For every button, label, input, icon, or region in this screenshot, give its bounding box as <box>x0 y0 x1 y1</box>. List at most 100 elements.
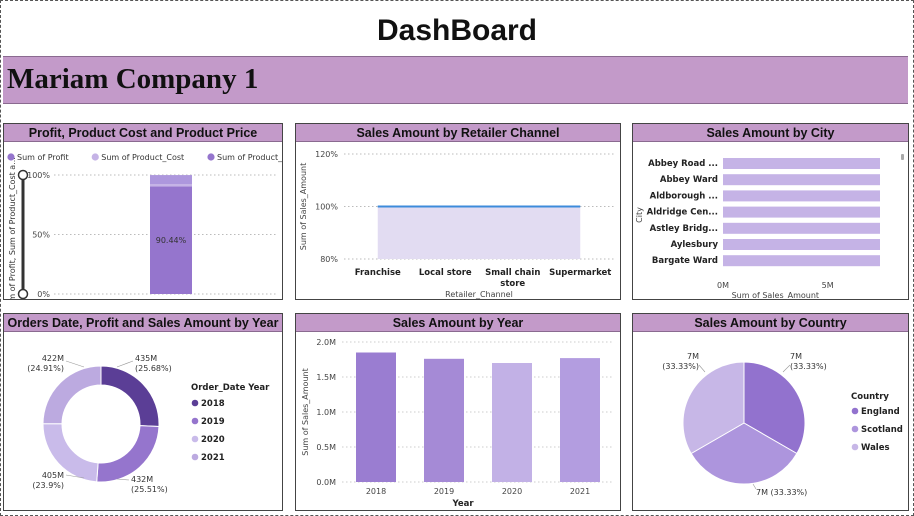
legend-marker-england <box>851 407 859 415</box>
y-tick-label: 100% <box>27 171 50 180</box>
year-bar-2018[interactable] <box>356 352 396 483</box>
y-tick-label: Bargate Ward <box>652 256 718 266</box>
scrollbar-thumb[interactable] <box>901 154 904 160</box>
city-title: Sales Amount by City <box>633 124 908 142</box>
orders-year-panel[interactable]: Orders Date, Profit and Sales Amount by … <box>3 313 283 511</box>
orders-year-chart[interactable]: 435M(25.68%) 432M(25.51%) 405M(23.9%) 422M(… <box>4 332 282 510</box>
y-axis-title: Sum of Profit, Sum of Product_Cost a... <box>8 157 17 299</box>
x-axis-title: Year <box>451 499 474 509</box>
legend-label-2020: 2020 <box>201 435 225 445</box>
y-tick-label: 50% <box>32 231 50 240</box>
city-bar[interactable] <box>723 255 880 267</box>
stack-segment-sum-of-product_cost[interactable] <box>150 183 192 187</box>
donut-slice-2019[interactable] <box>96 425 160 483</box>
country-chart[interactable]: 7M(33.33%)7M (33.33%)7M(33.33%)CountryEn… <box>633 332 908 510</box>
x-tick-label: store <box>500 279 525 289</box>
legend-title: Country <box>851 392 889 402</box>
x-tick-label: Supermarket <box>549 268 611 278</box>
y-tick-label: 120% <box>315 150 338 159</box>
leader-line <box>698 364 706 373</box>
data-label: 90.44% <box>156 236 187 245</box>
company-name: Mariam Company 1 <box>7 63 259 95</box>
y-tick-label: Aylesbury <box>671 240 719 250</box>
x-tick-label: 2018 <box>366 487 386 496</box>
value-label: 7M (33.33%) <box>756 488 807 497</box>
legend-label-scotland: Scotland <box>861 425 903 435</box>
y-tick-label: Astley Bridg... <box>650 224 718 234</box>
legend-marker-2019 <box>191 417 199 425</box>
orders-year-title: Orders Date, Profit and Sales Amount by … <box>4 314 282 332</box>
city-bar[interactable] <box>723 239 880 250</box>
city-bar[interactable] <box>723 158 880 169</box>
x-tick-label: 2021 <box>570 487 590 496</box>
slider-handle-bottom[interactable] <box>17 288 29 299</box>
y-tick-label: 2.0M <box>316 338 336 347</box>
percent-label: (24.91%) <box>27 364 64 373</box>
value-label: 7M <box>687 352 699 361</box>
legend-marker-2020 <box>191 435 199 443</box>
city-chart[interactable]: Abbey Road ... Abbey Ward Aldborough ... Al… <box>633 142 908 299</box>
leader-line <box>782 364 791 373</box>
retailer-channel-chart[interactable]: 120% 100% 80% Franchise Local store Small cha… <box>296 142 620 299</box>
legend-label-2018: 2018 <box>201 399 225 409</box>
slider-handle-top[interactable] <box>17 169 29 181</box>
value-label: 432M <box>131 475 153 484</box>
y-tick-label: 0.0M <box>316 478 336 487</box>
sales-year-panel[interactable]: Sales Amount by Year 2.0M 1.5M 1.0M 0.5M 0.0… <box>295 313 621 511</box>
legend-marker-scotland <box>851 425 859 433</box>
leader-line <box>65 360 85 368</box>
legend-label-2: Sum of Product_Price <box>217 153 282 162</box>
value-label: 422M <box>42 354 64 363</box>
legend-label-0: Sum of Profit <box>17 153 69 162</box>
city-bar[interactable] <box>723 206 880 218</box>
y-tick-label: Aldridge Cen... <box>647 208 718 218</box>
city-bar[interactable] <box>723 190 880 202</box>
legend-label-1: Sum of Product_Cost <box>101 153 184 162</box>
x-axis-title: Retailer_Channel <box>445 290 513 299</box>
company-banner: Mariam Company 1 <box>3 56 908 104</box>
y-tick-label: 100% <box>315 203 338 212</box>
legend-label-2021: 2021 <box>201 453 225 463</box>
y-tick-label: Aldborough ... <box>650 191 718 201</box>
y-tick-label: 1.5M <box>316 373 336 382</box>
legend-title: Order_Date Year <box>191 383 270 393</box>
legend-label-wales: Wales <box>861 443 890 453</box>
area-fill <box>377 206 581 259</box>
legend-marker-2018 <box>191 399 199 407</box>
donut-slice-2018[interactable] <box>100 365 160 427</box>
year-bar-2019[interactable] <box>424 358 464 482</box>
city-panel[interactable]: Sales Amount by City Abbey Road ... Abbey… <box>632 123 909 300</box>
percent-label: (25.68%) <box>135 364 172 373</box>
x-tick-label: 0M <box>717 281 729 290</box>
value-label: 7M <box>790 352 802 361</box>
legend-label-2019: 2019 <box>201 417 225 427</box>
x-tick-label: Local store <box>419 268 472 278</box>
sales-year-title: Sales Amount by Year <box>296 314 620 332</box>
city-bar[interactable] <box>723 174 880 186</box>
percent-label: (33.33%) <box>790 362 827 371</box>
legend-label-england: England <box>861 407 900 417</box>
value-label: 435M <box>135 354 157 363</box>
retailer-channel-title: Sales Amount by Retailer Channel <box>296 124 620 142</box>
legend-marker-wales <box>851 443 859 451</box>
year-bar-2021[interactable] <box>560 358 600 482</box>
x-axis-title: Sum of Sales_Amount <box>732 291 819 299</box>
y-tick-label: 80% <box>320 255 338 264</box>
profit-cost-price-chart[interactable]: Sum of Profit Sum of Product_Cost Sum of P… <box>4 142 282 299</box>
y-tick-label: 0% <box>37 290 50 299</box>
profit-cost-price-panel[interactable]: Profit, Product Cost and Product Price S… <box>3 123 283 300</box>
y-tick-label: Abbey Road ... <box>648 159 718 169</box>
legend-marker-2 <box>207 153 215 161</box>
country-panel[interactable]: Sales Amount by Country 7M (33.33%) 7M (33… <box>632 313 909 511</box>
donut-slice-2021[interactable] <box>42 365 102 425</box>
page-title: DashBoard <box>376 14 538 47</box>
sales-year-chart[interactable]: 2.0M 1.5M 1.0M 0.5M 0.0M 2018 2019 2020 2021 Year… <box>296 332 620 510</box>
year-bar-2020[interactable] <box>492 363 532 482</box>
stack-segment-sum-of-product_price[interactable] <box>150 175 192 184</box>
y-axis-title: City <box>635 207 644 223</box>
percent-label: (25.51%) <box>131 485 168 494</box>
retailer-channel-panel[interactable]: Sales Amount by Retailer Channel 120% 100… <box>295 123 621 300</box>
percent-label: (33.33%) <box>662 362 699 371</box>
city-bar[interactable] <box>723 222 880 234</box>
x-tick-label: 2020 <box>502 487 522 496</box>
